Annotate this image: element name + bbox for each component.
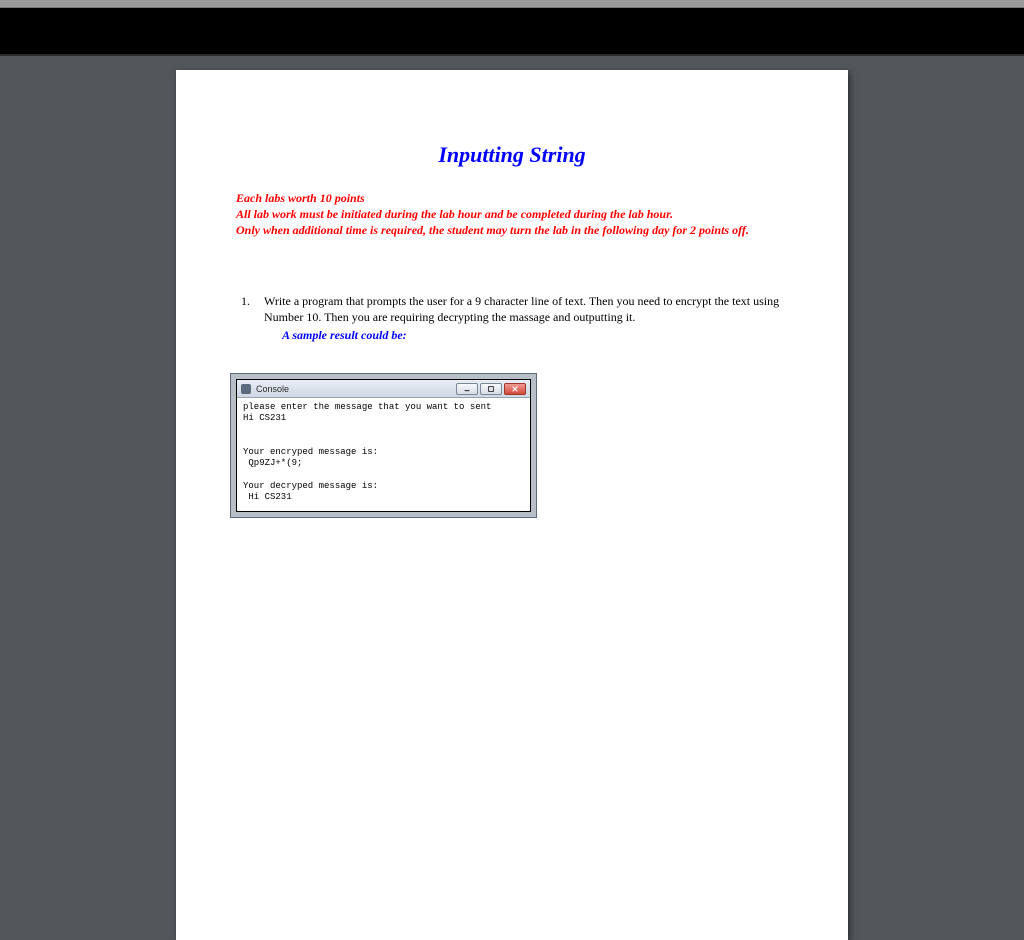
page-title: Inputting String xyxy=(236,142,788,168)
document-viewer: Inputting String Each labs worth 10 poin… xyxy=(0,56,1024,640)
spacer xyxy=(236,239,788,293)
question-text-wrap: Write a program that prompts the user fo… xyxy=(264,293,788,344)
console-screenshot: Console please enter the message that yo… xyxy=(236,379,531,512)
question-number: 1. xyxy=(236,293,250,344)
policy-line-2: All lab work must be initiated during th… xyxy=(236,206,788,222)
close-icon xyxy=(504,383,526,395)
console-line-5: Your encryped message is: xyxy=(243,447,378,457)
policy-line-1: Each labs worth 10 points xyxy=(236,190,788,206)
console-app-icon xyxy=(241,384,251,394)
console-title: Console xyxy=(256,384,289,394)
app-header-bar xyxy=(0,8,1024,56)
document-page: Inputting String Each labs worth 10 poin… xyxy=(176,70,848,940)
window-buttons xyxy=(456,383,526,395)
console-titlebar: Console xyxy=(237,380,530,398)
policy-line-3: Only when additional time is required, t… xyxy=(236,222,788,238)
browser-chrome-strip xyxy=(0,0,1024,8)
console-line-1: please enter the message that you want t… xyxy=(243,402,491,412)
console-titlebar-left: Console xyxy=(241,384,289,394)
console-line-8: Your decryped message is: xyxy=(243,481,378,491)
minimize-icon xyxy=(456,383,478,395)
sample-result-hint: A sample result could be: xyxy=(282,327,788,343)
console-line-2: Hi CS231 xyxy=(243,413,286,423)
maximize-icon xyxy=(480,383,502,395)
console-body: please enter the message that you want t… xyxy=(237,398,530,511)
console-line-9: Hi CS231 xyxy=(243,492,292,502)
lab-policy-block: Each labs worth 10 points All lab work m… xyxy=(236,190,788,239)
console-line-6: Qp9ZJ+*(9; xyxy=(243,458,302,468)
question-text: Write a program that prompts the user fo… xyxy=(264,294,779,324)
question-1: 1. Write a program that prompts the user… xyxy=(236,293,788,344)
